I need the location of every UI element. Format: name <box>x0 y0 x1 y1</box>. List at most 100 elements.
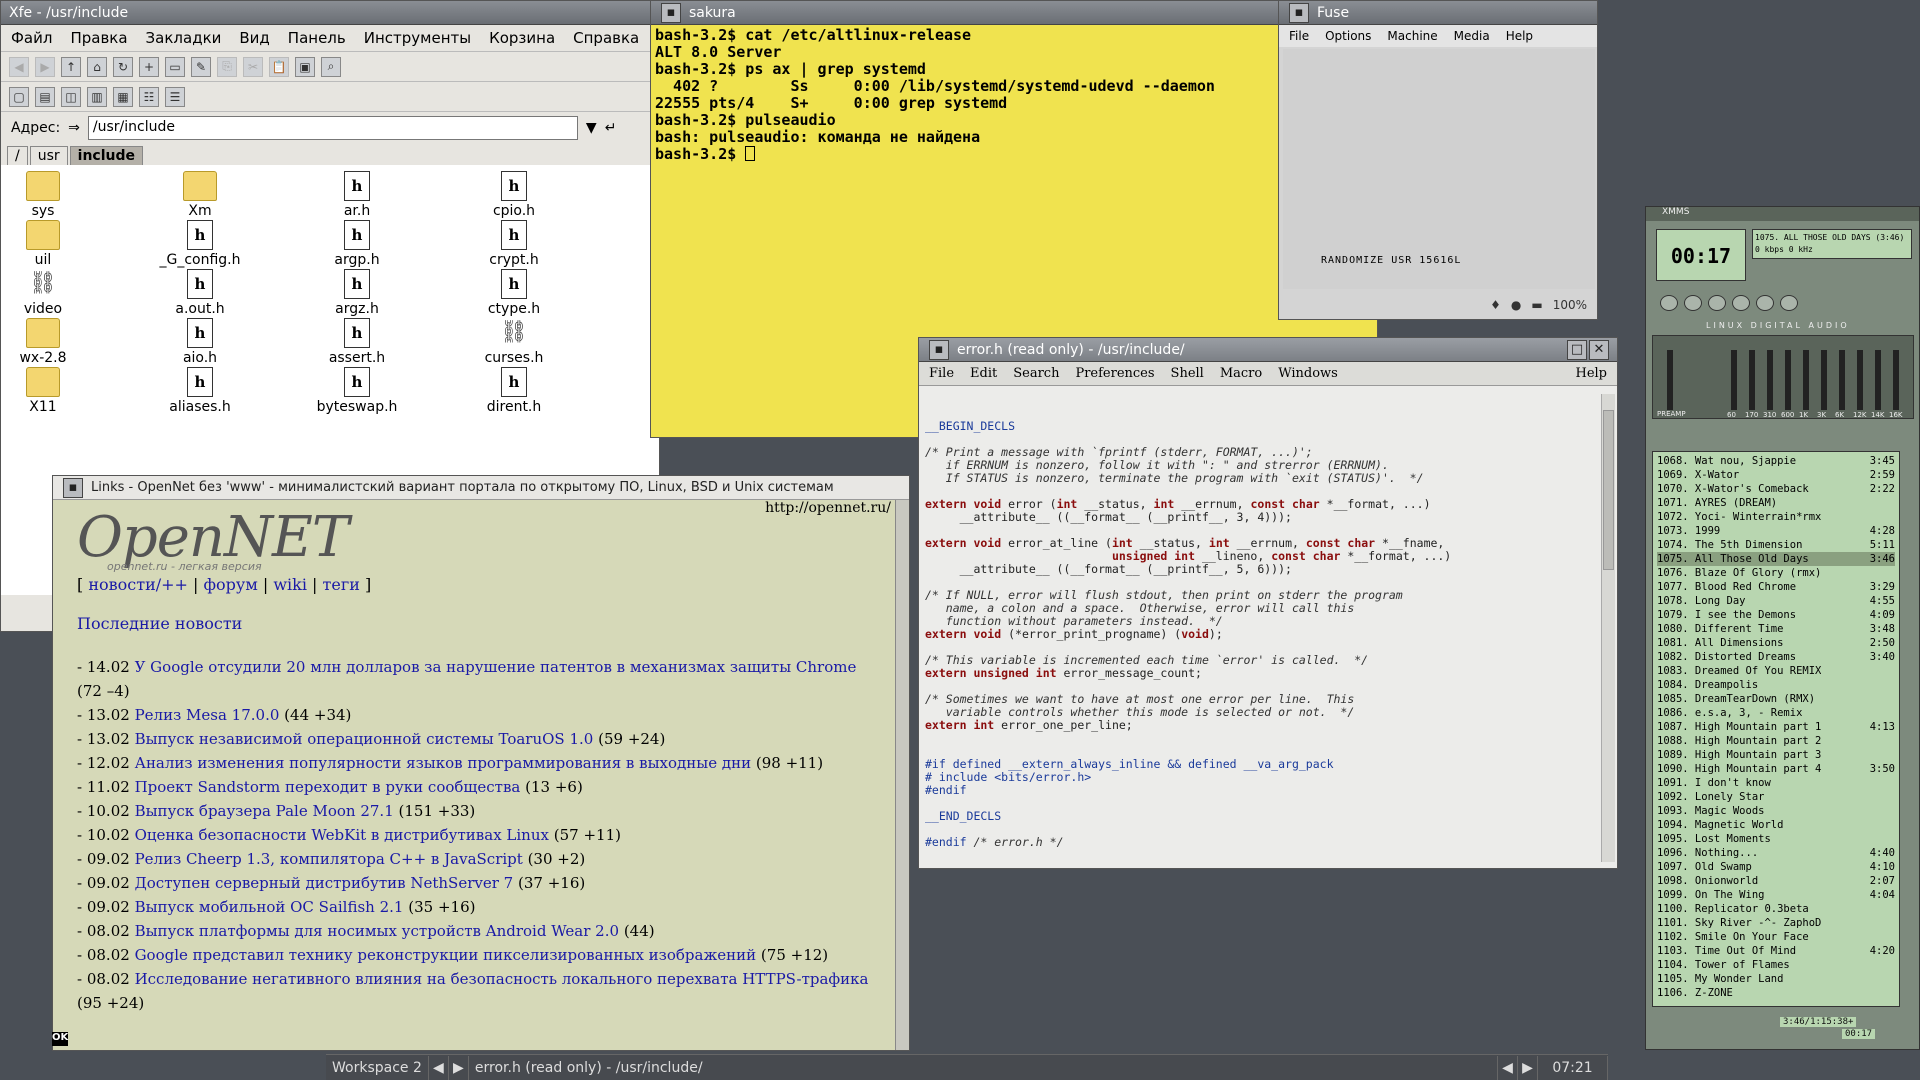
news-link[interactable]: Релиз Mesa 17.0.0 <box>135 706 280 724</box>
eq-slider[interactable] <box>1875 350 1881 410</box>
address-dropdown-icon[interactable]: ▼ <box>586 120 597 136</box>
eq-slider[interactable] <box>1803 350 1809 410</box>
go-icon[interactable]: ⇒ <box>68 120 80 136</box>
window-menu-icon[interactable]: ▪ <box>63 477 83 498</box>
news-link[interactable]: Выпуск платформы для носимых устройств A… <box>135 922 619 940</box>
next-workspace-icon[interactable]: ▶ <box>449 1055 469 1080</box>
file-item[interactable]: h byteswap.h <box>297 367 417 415</box>
copy-icon[interactable]: ⎘ <box>217 56 237 77</box>
search-icon[interactable]: ⌕ <box>321 56 341 77</box>
file-item[interactable]: h assert.h <box>297 318 417 366</box>
xmms-titlebar[interactable]: XMMS <box>1646 207 1919 221</box>
menu-item[interactable]: Инструменты <box>364 29 471 47</box>
eq-slider[interactable] <box>1893 350 1899 410</box>
up-icon[interactable]: ↑ <box>61 56 81 77</box>
breadcrumb-item[interactable]: / <box>7 146 28 166</box>
news-link[interactable]: Google представил технику реконструкции … <box>135 946 757 964</box>
playlist-item[interactable]: 1105. My Wonder Land <box>1657 972 1895 986</box>
playlist-item[interactable]: 1104. Tower of Flames <box>1657 958 1895 972</box>
prev-workspace-icon[interactable]: ◀ <box>429 1055 449 1080</box>
eq-slider[interactable] <box>1731 350 1737 410</box>
file-item[interactable]: Xm <box>140 171 260 219</box>
menu-item[interactable]: Options <box>1325 29 1371 43</box>
eq-slider[interactable] <box>1785 350 1791 410</box>
eq-slider[interactable] <box>1749 350 1755 410</box>
file-item[interactable]: h aliases.h <box>140 367 260 415</box>
news-link[interactable]: Релиз Cheerp 1.3, компилятора C++ в Java… <box>135 850 523 868</box>
news-link[interactable]: Проект Sandstorm переходит в руки сообще… <box>135 778 521 796</box>
playlist-item[interactable]: 1098. Onionworld 2:07 <box>1657 874 1895 888</box>
close-icon[interactable]: ✕ <box>1589 339 1609 360</box>
menu-item[interactable]: Macro <box>1220 366 1262 381</box>
paste-icon[interactable]: 📋 <box>269 56 289 77</box>
file-item[interactable]: wx-2.8 <box>1 318 103 366</box>
menu-item[interactable]: Search <box>1013 366 1059 381</box>
eq-slider[interactable] <box>1857 350 1863 410</box>
menu-item[interactable]: Корзина <box>489 29 555 47</box>
playlist-item[interactable]: 1078. Long Day 4:55 <box>1657 594 1895 608</box>
playlist-item[interactable]: 1084. Dreampolis <box>1657 678 1895 692</box>
playlist-item[interactable]: 1103. Time Out Of Mind 4:20 <box>1657 944 1895 958</box>
playlist-item[interactable]: 1092. Lonely Star <box>1657 790 1895 804</box>
menu-item[interactable]: Preferences <box>1075 366 1154 381</box>
playlist-item[interactable]: 1102. Smile On Your Face <box>1657 930 1895 944</box>
preamp-slider[interactable] <box>1667 350 1673 410</box>
workspace-switcher[interactable]: Workspace 2 <box>326 1055 429 1080</box>
back-icon[interactable]: ◀ <box>9 56 29 77</box>
task-next-icon[interactable]: ▶ <box>1518 1055 1538 1080</box>
forward-icon[interactable]: ▶ <box>35 56 55 77</box>
file-item[interactable]: h dirent.h <box>454 367 574 415</box>
menu-item[interactable]: Media <box>1454 29 1490 43</box>
playlist-item[interactable]: 1072. Yoci- Winterrain*rmx <box>1657 510 1895 524</box>
playlist-item[interactable]: 1085. DreamTearDown (RMX) <box>1657 692 1895 706</box>
terminal-icon[interactable]: ▣ <box>295 56 315 77</box>
playlist-item[interactable]: 1089. High Mountain part 3 <box>1657 748 1895 762</box>
playlist-item[interactable]: 1088. High Mountain part 2 <box>1657 734 1895 748</box>
pause-button[interactable] <box>1708 295 1726 311</box>
playlist-item[interactable]: 1095. Lost Moments <box>1657 832 1895 846</box>
eq-slider[interactable] <box>1839 350 1845 410</box>
nav-link[interactable]: новости/++ <box>88 575 188 594</box>
playlist-item[interactable]: 1068. Wat nou, Sjappie 3:45 <box>1657 454 1895 468</box>
playlist-item[interactable]: 1075. All Those Old Days 3:46 <box>1657 552 1895 566</box>
file-item[interactable]: h argz.h <box>297 269 417 317</box>
new-folder-icon[interactable]: ▭ <box>165 56 185 77</box>
playlist-item[interactable]: 1069. X-Wator 2:59 <box>1657 468 1895 482</box>
details-icon[interactable]: ☰ <box>165 86 185 107</box>
news-link[interactable]: Анализ изменения популярности языков про… <box>135 754 752 772</box>
next-button[interactable] <box>1756 295 1774 311</box>
playlist-item[interactable]: 1087. High Mountain part 1 4:13 <box>1657 720 1895 734</box>
file-item[interactable]: h argp.h <box>297 220 417 268</box>
playlist-item[interactable]: 1094. Magnetic World <box>1657 818 1895 832</box>
terminal-output[interactable]: bash-3.2$ cat /etc/altlinux-release ALT 8… <box>651 25 1377 165</box>
news-link[interactable]: Выпуск независимой операционной системы … <box>135 730 594 748</box>
playlist-item[interactable]: 1080. Different Time 3:48 <box>1657 622 1895 636</box>
menu-item[interactable]: File <box>1289 29 1309 43</box>
playlist-item[interactable]: 1082. Distorted Dreams 3:40 <box>1657 650 1895 664</box>
window-menu-icon[interactable]: ▪ <box>661 2 681 23</box>
playlist-item[interactable]: 1079. I see the Demons 4:09 <box>1657 608 1895 622</box>
playlist-item[interactable]: 1083. Dreamed Of You REMIX <box>1657 664 1895 678</box>
play-button[interactable] <box>1684 295 1702 311</box>
links-titlebar[interactable]: ▪ Links - OpenNet без 'www' - минималист… <box>53 476 909 500</box>
news-link[interactable]: Выпуск браузера Pale Moon 27.1 <box>135 802 394 820</box>
menu-item[interactable]: Панель <box>288 29 346 47</box>
file-item[interactable]: X11 <box>1 367 103 415</box>
news-link[interactable]: Выпуск мобильной ОС Sailfish 2.1 <box>135 898 404 916</box>
eq-slider[interactable] <box>1821 350 1827 410</box>
big-icons-icon[interactable]: ▦ <box>113 86 133 107</box>
file-item[interactable]: sys <box>1 171 103 219</box>
menu-item[interactable]: Правка <box>70 29 127 47</box>
file-item[interactable]: h ctype.h <box>454 269 574 317</box>
stop-button[interactable] <box>1732 295 1750 311</box>
nav-link[interactable]: wiki <box>273 575 307 594</box>
time-display[interactable]: 00:17 <box>1656 229 1746 281</box>
menu-item[interactable]: Shell <box>1171 366 1204 381</box>
playlist-item[interactable]: 1100. Replicator 0.3beta <box>1657 902 1895 916</box>
file-item[interactable]: uil <box>1 220 103 268</box>
home-icon[interactable]: ⌂ <box>87 56 107 77</box>
file-item[interactable]: h _G_config.h <box>140 220 260 268</box>
playlist-item[interactable]: 1091. I don't know <box>1657 776 1895 790</box>
playlist-item[interactable]: 1099. On The Wing 4:04 <box>1657 888 1895 902</box>
properties-icon[interactable]: ✎ <box>191 56 211 77</box>
